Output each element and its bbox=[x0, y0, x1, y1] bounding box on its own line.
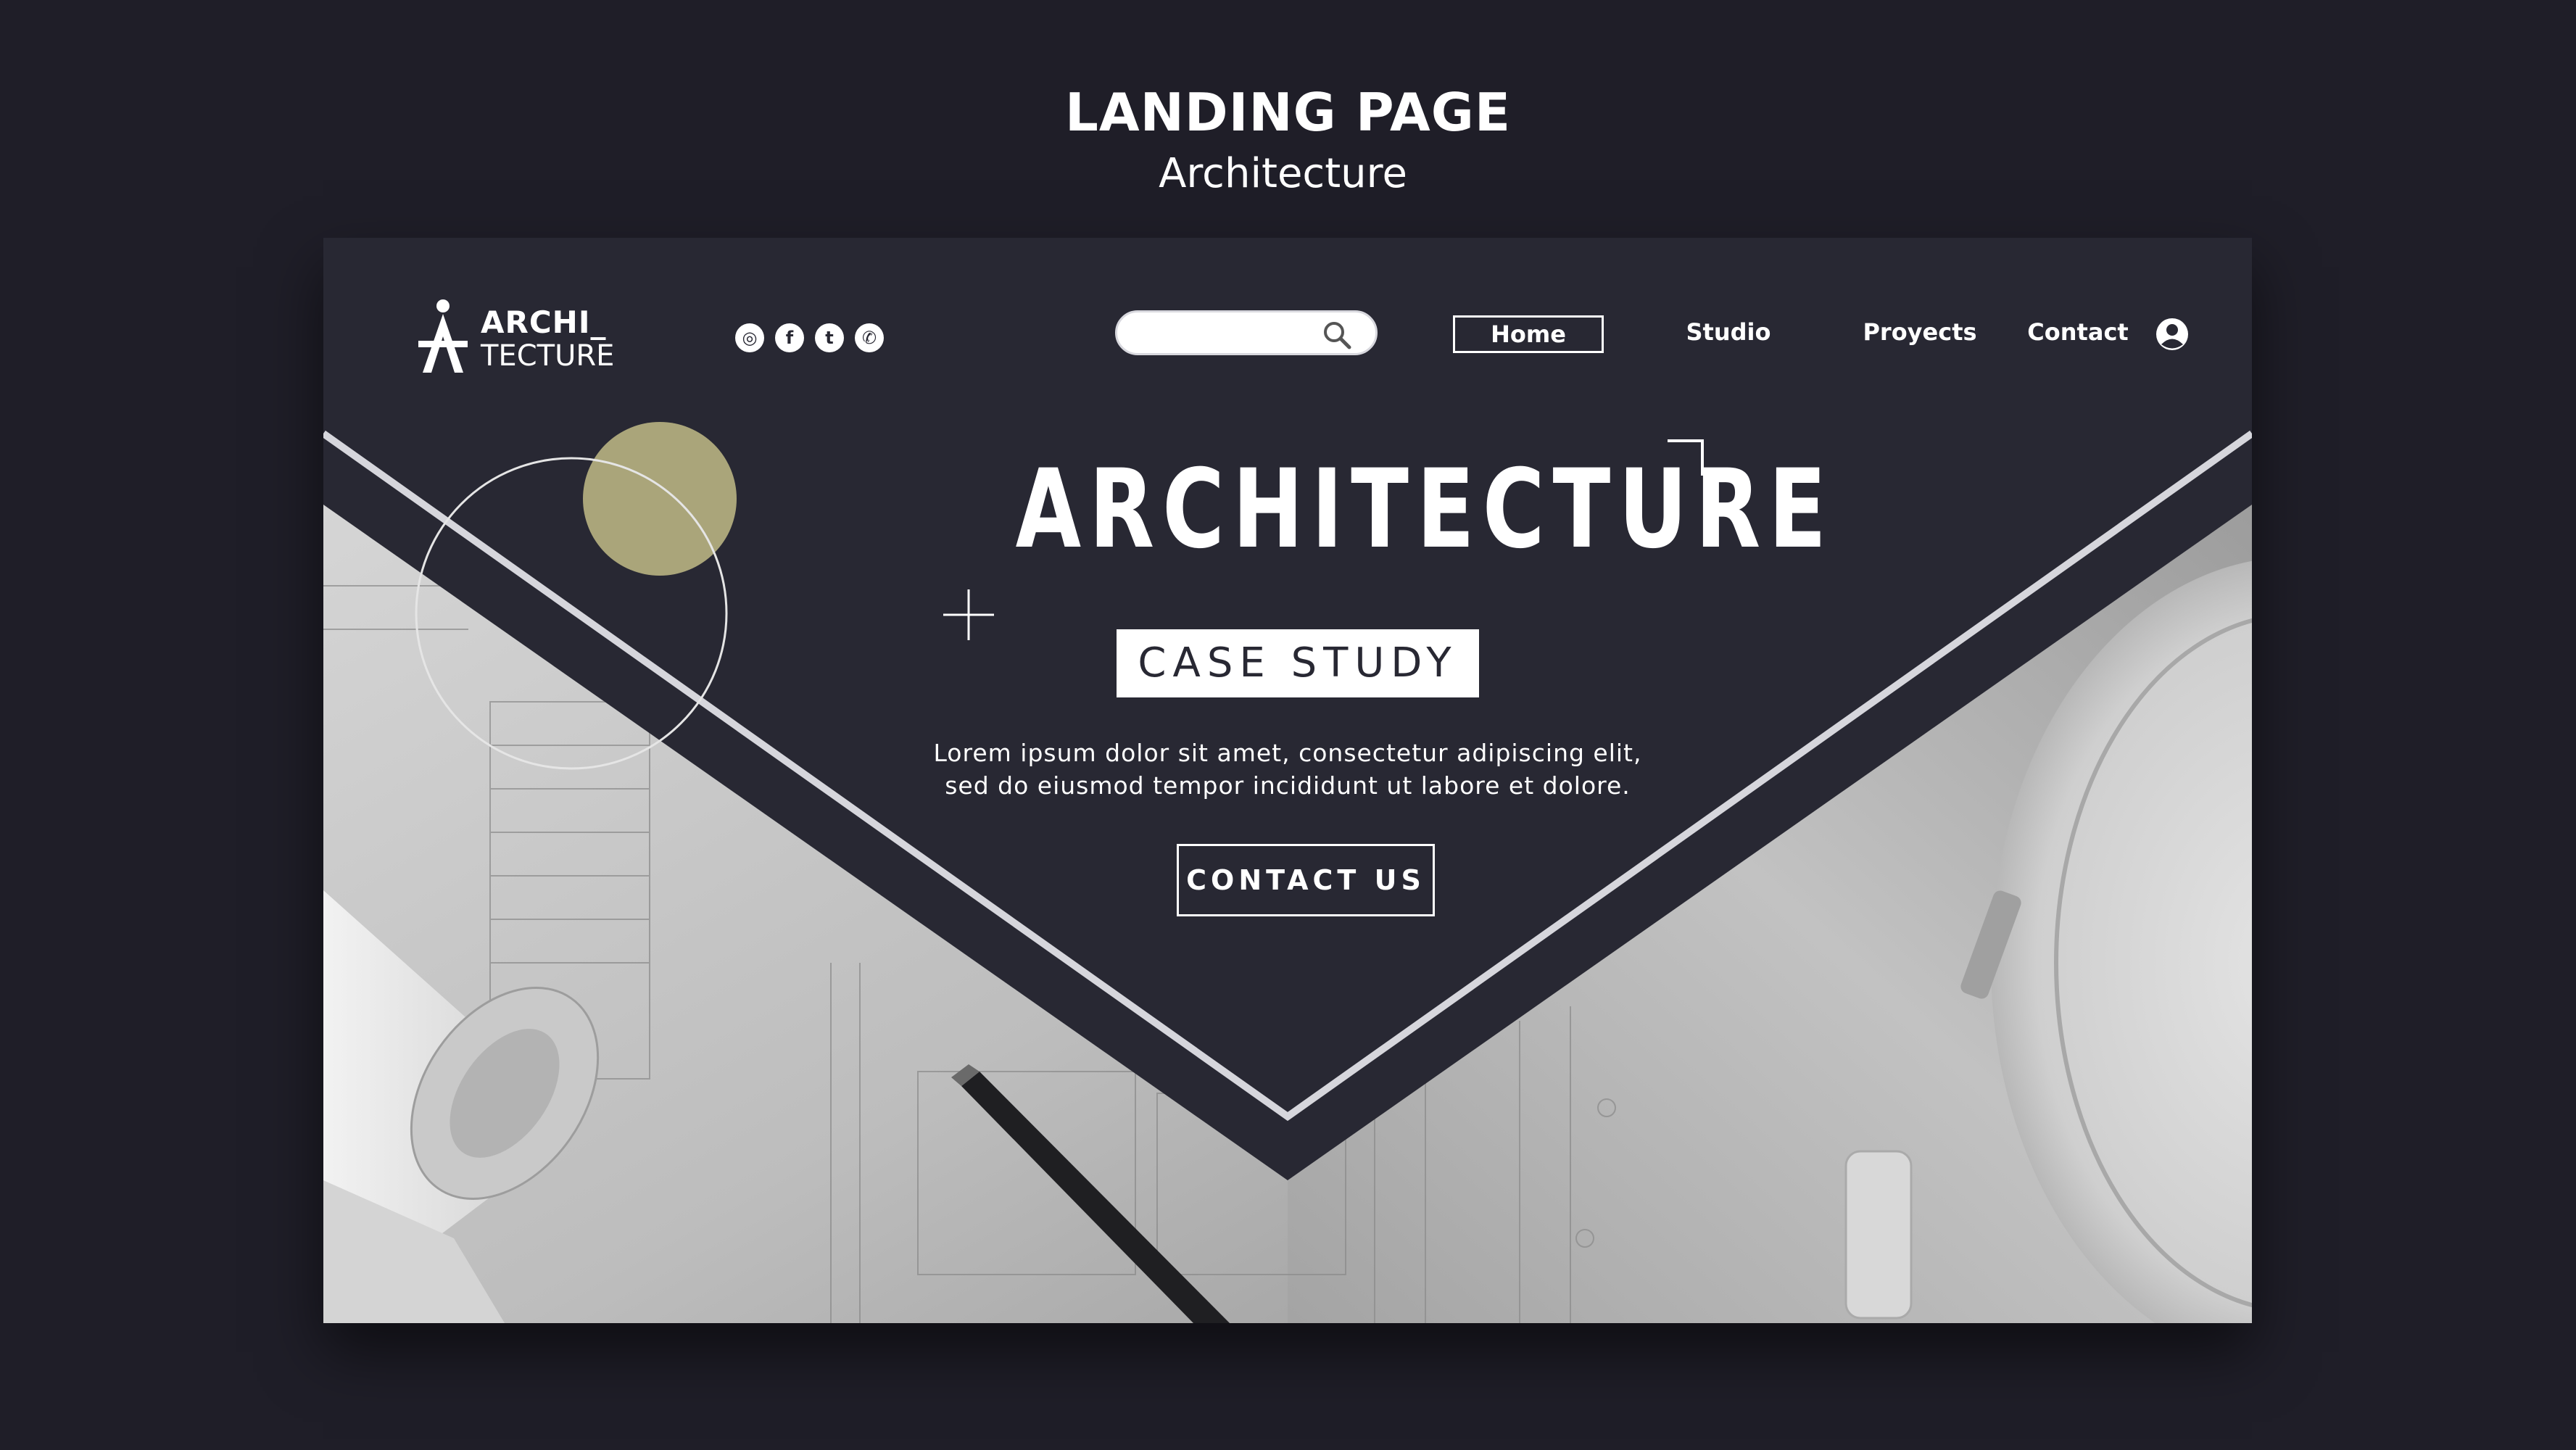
page-subtitle: Architecture bbox=[1159, 150, 1407, 197]
whatsapp-icon[interactable]: ✆ bbox=[855, 323, 884, 352]
nav-item-studio[interactable]: Studio bbox=[1656, 316, 1801, 348]
page-title: LANDING PAGE bbox=[1065, 82, 1511, 143]
nav-item-proyects[interactable]: Proyects bbox=[1833, 316, 2007, 348]
hero-description: Lorem ipsum dolor sit amet, consectetur … bbox=[896, 737, 1679, 802]
hero-text-line1: Lorem ipsum dolor sit amet, consectetur … bbox=[933, 739, 1642, 767]
nav-item-contact[interactable]: Contact bbox=[1998, 316, 2158, 348]
search-input[interactable] bbox=[1135, 318, 1319, 349]
instagram-icon[interactable]: ◎ bbox=[735, 323, 764, 352]
search-icon[interactable] bbox=[1322, 320, 1352, 350]
user-account-icon[interactable] bbox=[2155, 318, 2189, 351]
hero-title: ARCHITECTURE bbox=[1015, 447, 1835, 573]
logo-line2: TECTURE bbox=[481, 339, 615, 373]
nav-item-home[interactable]: Home bbox=[1453, 315, 1604, 353]
case-study-badge: CASE STUDY bbox=[1117, 629, 1479, 697]
logo[interactable]: ARCHI_ TECTURE bbox=[414, 296, 617, 376]
logo-line1: ARCHI_ bbox=[481, 304, 607, 340]
contact-us-button[interactable]: CONTACT US bbox=[1177, 844, 1435, 916]
landing-page-mockup: ARCHI_ TECTURE ◎ f t ✆ Home Studio Proye… bbox=[323, 238, 2252, 1323]
hero-text-line2: sed do eiusmod tempor incididunt ut labo… bbox=[945, 771, 1631, 800]
facebook-icon[interactable]: f bbox=[775, 323, 804, 352]
twitter-icon[interactable]: t bbox=[815, 323, 844, 352]
page-heading: LANDING PAGE Architecture bbox=[0, 80, 2576, 203]
compass-logo-icon bbox=[418, 299, 468, 373]
search-bar bbox=[1115, 310, 1378, 355]
social-links: ◎ f t ✆ bbox=[735, 323, 884, 352]
